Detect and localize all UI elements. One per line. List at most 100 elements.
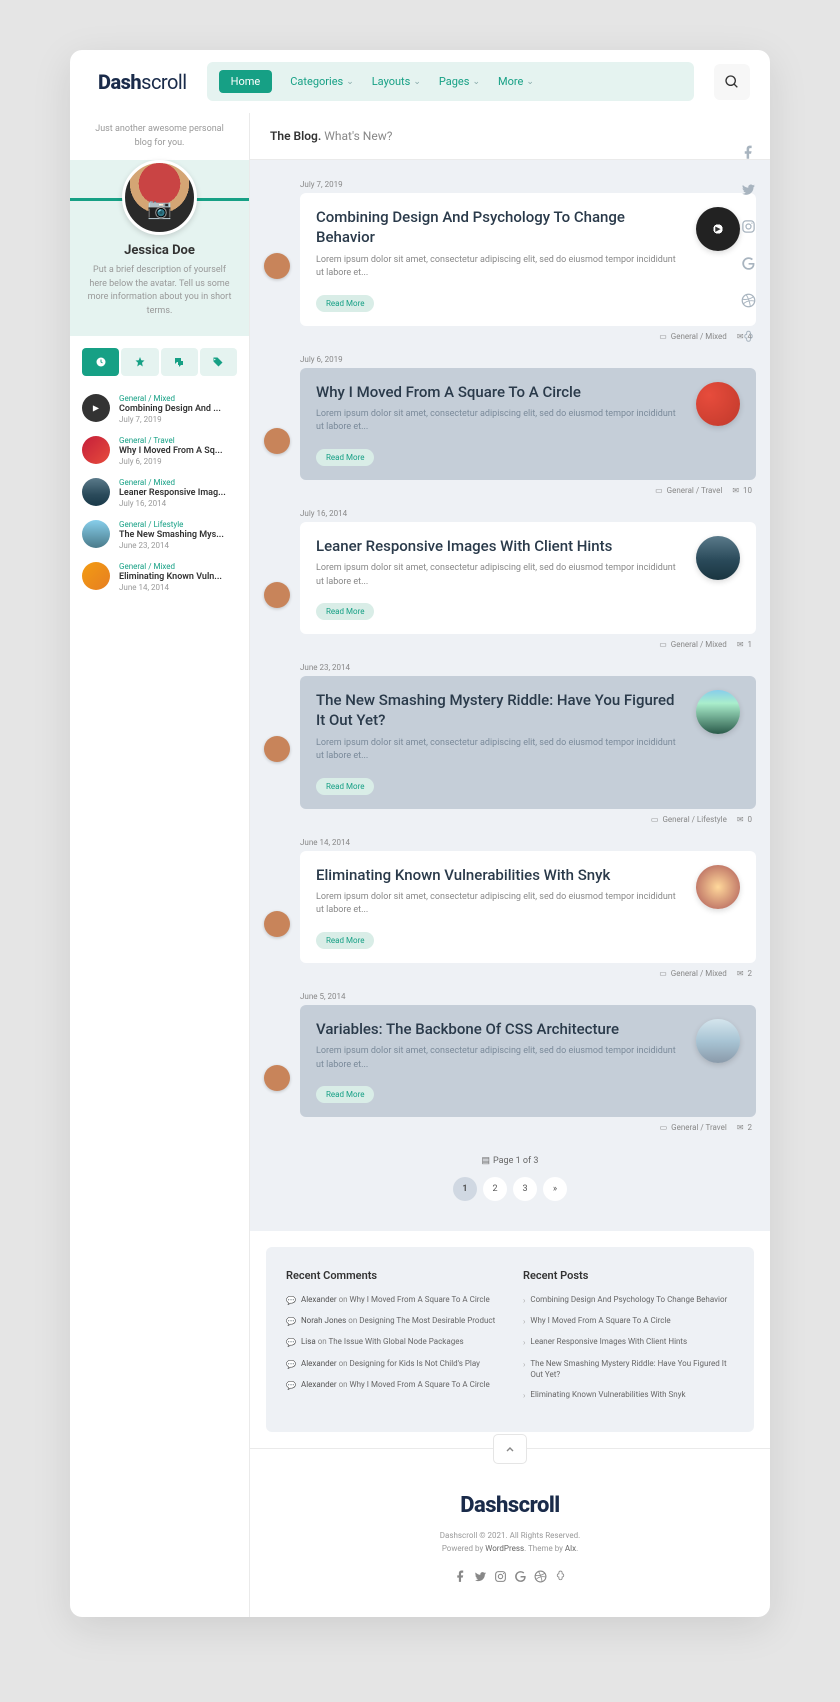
recent-post-item[interactable]: ›Combining Design And Psychology To Chan… — [523, 1294, 734, 1306]
read-more-button[interactable]: Read More — [316, 778, 374, 795]
post-card[interactable]: Why I Moved From A Square To A Circle Lo… — [300, 368, 756, 480]
author-avatar[interactable] — [264, 253, 290, 279]
footer-logo[interactable]: Dashscroll — [250, 1493, 770, 1518]
sidebar-post-item[interactable]: General / Lifestyle The New Smashing Mys… — [82, 514, 237, 556]
instagram-icon[interactable] — [494, 1568, 507, 1587]
author-avatar[interactable] — [264, 736, 290, 762]
sidebar-post-item[interactable]: General / Travel Why I Moved From A Sq..… — [82, 430, 237, 472]
post-category-link[interactable]: ▭ General / Lifestyle — [651, 815, 727, 824]
page-button[interactable]: 3 — [513, 1177, 537, 1201]
post-category-link[interactable]: ▭ General / Mixed — [659, 969, 727, 978]
comment-icon: 💬 — [286, 1316, 296, 1327]
chevron-right-icon: › — [523, 1359, 525, 1380]
tab-comments[interactable] — [161, 348, 198, 376]
search-button[interactable] — [714, 64, 750, 100]
nav-more[interactable]: More⌄ — [498, 75, 534, 88]
nav-layouts[interactable]: Layouts⌄ — [372, 75, 421, 88]
content-heading: The Blog. What's New? — [250, 113, 770, 160]
page-button[interactable]: 2 — [483, 1177, 507, 1201]
post-card[interactable]: Variables: The Backbone Of CSS Architect… — [300, 1005, 756, 1117]
misc-icon[interactable] — [741, 330, 756, 345]
copyright: Dashscroll © 2021. All Rights Reserved. … — [250, 1530, 770, 1556]
post-thumbnail[interactable] — [696, 865, 740, 909]
recent-comment-item[interactable]: 💬Alexander on Designing for Kids Is Not … — [286, 1358, 497, 1370]
post-category: General / Lifestyle — [119, 520, 224, 529]
post-category-link[interactable]: ▭ General / Travel — [655, 486, 722, 495]
post-thumbnail[interactable] — [696, 207, 740, 251]
twitter-icon[interactable] — [474, 1568, 487, 1587]
post-date: July 16, 2014 — [119, 499, 226, 508]
post-card[interactable]: Leaner Responsive Images With Client Hin… — [300, 522, 756, 634]
post-title: The New Smashing Mystery Riddle: Have Yo… — [316, 690, 684, 731]
post-thumbnail[interactable] — [696, 382, 740, 426]
post-comments-link[interactable]: ✉ 1 — [737, 640, 752, 649]
page-button[interactable]: 1 — [453, 1177, 477, 1201]
post-meta: ▭ General / Mixed ✉ 1 — [264, 640, 756, 649]
facebook-icon[interactable] — [741, 145, 756, 160]
widget-recent-comments: Recent Comments 💬Alexander on Why I Move… — [286, 1269, 497, 1410]
post-card[interactable]: Combining Design And Psychology To Chang… — [300, 193, 756, 326]
tab-recent[interactable] — [82, 348, 119, 376]
post-category-link[interactable]: ▭ General / Travel — [660, 1123, 727, 1132]
sidebar-post-item[interactable]: General / Mixed Eliminating Known Vuln..… — [82, 556, 237, 598]
sidebar-post-item[interactable]: General / Mixed Combining Design And ...… — [82, 388, 237, 430]
read-more-button[interactable]: Read More — [316, 449, 374, 466]
logo[interactable]: Dashscroll — [98, 70, 187, 94]
recent-comment-item[interactable]: 💬Alexander on Why I Moved From A Square … — [286, 1294, 497, 1306]
read-more-button[interactable]: Read More — [316, 603, 374, 620]
page-button[interactable]: » — [543, 1177, 567, 1201]
recent-comment-item[interactable]: 💬Norah Jones on Designing The Most Desir… — [286, 1315, 497, 1327]
content-area: The Blog. What's New? July 7, 2019 Combi… — [250, 113, 770, 1617]
navbar: Home Categories⌄ Layouts⌄ Pages⌄ More⌄ — [207, 62, 694, 101]
misc-icon[interactable] — [554, 1568, 567, 1587]
post-comments-link[interactable]: ✉ 0 — [737, 815, 752, 824]
comment-icon: ✉ — [732, 486, 739, 495]
post-date: June 5, 2014 — [300, 992, 756, 1001]
post-category-link[interactable]: ▭ General / Mixed — [659, 332, 727, 341]
recent-post-item[interactable]: ›Eliminating Known Vulnerabilities With … — [523, 1389, 734, 1401]
comment-icon: ✉ — [737, 640, 744, 649]
recent-comment-item[interactable]: 💬Alexander on Why I Moved From A Square … — [286, 1379, 497, 1391]
nav-categories[interactable]: Categories⌄ — [290, 75, 353, 88]
profile-name: Jessica Doe — [70, 243, 249, 258]
post-date: June 14, 2014 — [119, 583, 222, 592]
dribbble-icon[interactable] — [534, 1568, 547, 1587]
instagram-icon[interactable] — [741, 219, 756, 234]
post-card[interactable]: Eliminating Known Vulnerabilities With S… — [300, 851, 756, 963]
author-avatar[interactable] — [264, 428, 290, 454]
nav-home[interactable]: Home — [219, 70, 273, 93]
post-comments-link[interactable]: ✉ 2 — [737, 969, 752, 978]
post-card[interactable]: The New Smashing Mystery Riddle: Have Yo… — [300, 676, 756, 809]
sidebar-post-item[interactable]: General / Mixed Leaner Responsive Imag..… — [82, 472, 237, 514]
recent-post-item[interactable]: ›The New Smashing Mystery Riddle: Have Y… — [523, 1358, 734, 1380]
post-comments-link[interactable]: ✉ 2 — [737, 1123, 752, 1132]
read-more-button[interactable]: Read More — [316, 1086, 374, 1103]
post-thumbnail[interactable] — [696, 690, 740, 734]
post-thumbnail[interactable] — [696, 536, 740, 580]
recent-comment-item[interactable]: 💬Lisa on The Issue With Global Node Pack… — [286, 1336, 497, 1348]
nav-pages[interactable]: Pages⌄ — [439, 75, 480, 88]
back-to-top-button[interactable] — [493, 1434, 527, 1464]
post-thumbnail[interactable] — [696, 1019, 740, 1063]
read-more-button[interactable]: Read More — [316, 295, 374, 312]
recent-post-item[interactable]: ›Why I Moved From A Square To A Circle — [523, 1315, 734, 1327]
facebook-icon[interactable] — [454, 1568, 467, 1587]
dribbble-icon[interactable] — [741, 293, 756, 308]
author-avatar[interactable] — [264, 1065, 290, 1091]
recent-post-item[interactable]: ›Leaner Responsive Images With Client Hi… — [523, 1336, 734, 1348]
post-list: July 7, 2019 Combining Design And Psycho… — [250, 160, 770, 1231]
post-comments-link[interactable]: ✉ 10 — [732, 486, 752, 495]
author-avatar[interactable] — [264, 911, 290, 937]
google-icon[interactable] — [741, 256, 756, 271]
comment-icon: ✉ — [737, 815, 744, 824]
tab-popular[interactable] — [121, 348, 158, 376]
read-more-button[interactable]: Read More — [316, 932, 374, 949]
tab-tags[interactable] — [200, 348, 237, 376]
post-category-link[interactable]: ▭ General / Mixed — [659, 640, 727, 649]
post-excerpt: Lorem ipsum dolor sit amet, consectetur … — [316, 408, 684, 435]
twitter-icon[interactable] — [741, 182, 756, 197]
author-avatar[interactable] — [264, 582, 290, 608]
profile-avatar[interactable] — [122, 160, 197, 235]
google-icon[interactable] — [514, 1568, 527, 1587]
post-thumb — [82, 478, 110, 506]
